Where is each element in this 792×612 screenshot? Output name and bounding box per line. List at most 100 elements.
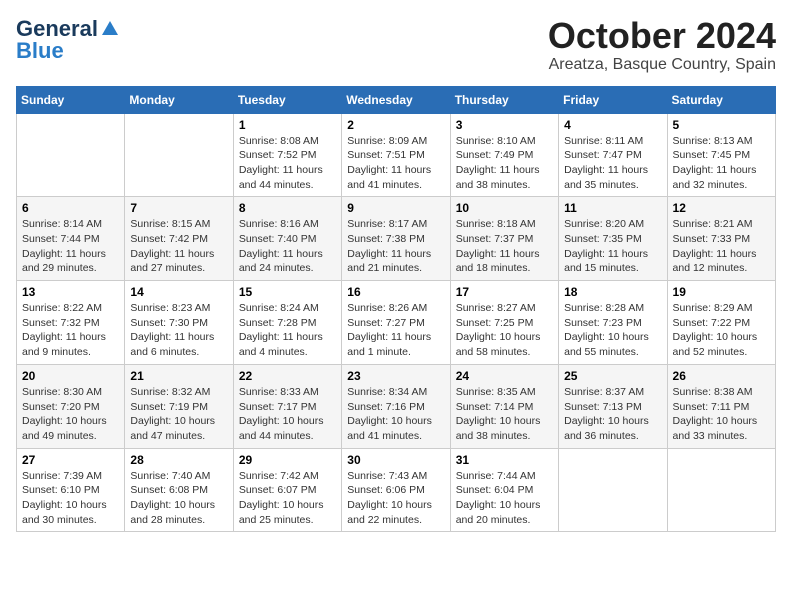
day-info: Sunrise: 8:35 AM Sunset: 7:14 PM Dayligh… (456, 385, 553, 444)
calendar-cell: 20Sunrise: 8:30 AM Sunset: 7:20 PM Dayli… (17, 364, 125, 448)
calendar-cell (17, 113, 125, 197)
day-info: Sunrise: 7:42 AM Sunset: 6:07 PM Dayligh… (239, 469, 336, 528)
day-info: Sunrise: 8:17 AM Sunset: 7:38 PM Dayligh… (347, 217, 444, 276)
calendar-cell: 30 Sunrise: 7:43 AM Sunset: 6:06 PM Dayli… (342, 448, 450, 532)
calendar-cell: 12Sunrise: 8:21 AM Sunset: 7:33 PM Dayli… (667, 197, 775, 281)
day-number: 9 (347, 201, 444, 215)
calendar-cell (559, 448, 667, 532)
day-number: 3 (456, 118, 553, 132)
day-number: 7 (130, 201, 227, 215)
location-title: Areatza, Basque Country, Spain (548, 56, 776, 74)
calendar-cell: 10 Sunrise: 8:18 AM Sunset: 7:37 PM Dayli… (450, 197, 558, 281)
calendar-cell: 16 Sunrise: 8:26 AM Sunset: 7:27 PM Dayli… (342, 281, 450, 365)
day-number: 28 (130, 453, 227, 467)
col-header-friday: Friday (559, 86, 667, 113)
calendar-cell: 7 Sunrise: 8:15 AM Sunset: 7:42 PM Daylig… (125, 197, 233, 281)
calendar-cell: 28 Sunrise: 7:40 AM Sunset: 6:08 PM Dayli… (125, 448, 233, 532)
calendar-cell: 13 Sunrise: 8:22 AM Sunset: 7:32 PM Dayli… (17, 281, 125, 365)
calendar-cell: 19 Sunrise: 8:29 AM Sunset: 7:22 PM Dayli… (667, 281, 775, 365)
day-info: Sunrise: 8:27 AM Sunset: 7:25 PM Dayligh… (456, 301, 553, 360)
day-number: 13 (22, 285, 119, 299)
calendar-cell: 5 Sunrise: 8:13 AM Sunset: 7:45 PM Daylig… (667, 113, 775, 197)
calendar-cell (125, 113, 233, 197)
day-number: 16 (347, 285, 444, 299)
day-info: Sunrise: 8:30 AM Sunset: 7:20 PM Dayligh… (22, 385, 119, 444)
calendar-cell (667, 448, 775, 532)
day-number: 22 (239, 369, 336, 383)
col-header-thursday: Thursday (450, 86, 558, 113)
logo-blue: Blue (16, 38, 64, 64)
calendar-cell: 2 Sunrise: 8:09 AM Sunset: 7:51 PM Daylig… (342, 113, 450, 197)
day-info: Sunrise: 8:11 AM Sunset: 7:47 PM Dayligh… (564, 134, 661, 193)
day-number: 30 (347, 453, 444, 467)
calendar-cell: 15Sunrise: 8:24 AM Sunset: 7:28 PM Dayli… (233, 281, 341, 365)
day-number: 24 (456, 369, 553, 383)
calendar-cell: 4 Sunrise: 8:11 AM Sunset: 7:47 PM Daylig… (559, 113, 667, 197)
calendar-cell: 1 Sunrise: 8:08 AM Sunset: 7:52 PM Daylig… (233, 113, 341, 197)
month-title: October 2024 (548, 16, 776, 56)
day-number: 15 (239, 285, 336, 299)
day-info: Sunrise: 8:15 AM Sunset: 7:42 PM Dayligh… (130, 217, 227, 276)
day-number: 2 (347, 118, 444, 132)
calendar-cell: 31 Sunrise: 7:44 AM Sunset: 6:04 PM Dayli… (450, 448, 558, 532)
col-header-saturday: Saturday (667, 86, 775, 113)
calendar-cell: 18 Sunrise: 8:28 AM Sunset: 7:23 PM Dayli… (559, 281, 667, 365)
day-number: 5 (673, 118, 770, 132)
calendar-cell: 26 Sunrise: 8:38 AM Sunset: 7:11 PM Dayli… (667, 364, 775, 448)
calendar-cell: 23 Sunrise: 8:34 AM Sunset: 7:16 PM Dayli… (342, 364, 450, 448)
day-number: 11 (564, 201, 661, 215)
page-header: General Blue October 2024 Areatza, Basqu… (16, 16, 776, 74)
day-info: Sunrise: 8:34 AM Sunset: 7:16 PM Dayligh… (347, 385, 444, 444)
logo-icon (100, 19, 120, 39)
day-number: 6 (22, 201, 119, 215)
day-number: 19 (673, 285, 770, 299)
calendar-cell: 27 Sunrise: 7:39 AM Sunset: 6:10 PM Dayli… (17, 448, 125, 532)
day-info: Sunrise: 8:10 AM Sunset: 7:49 PM Dayligh… (456, 134, 553, 193)
calendar-cell: 21 Sunrise: 8:32 AM Sunset: 7:19 PM Dayli… (125, 364, 233, 448)
day-info: Sunrise: 8:32 AM Sunset: 7:19 PM Dayligh… (130, 385, 227, 444)
day-info: Sunrise: 8:18 AM Sunset: 7:37 PM Dayligh… (456, 217, 553, 276)
day-info: Sunrise: 8:38 AM Sunset: 7:11 PM Dayligh… (673, 385, 770, 444)
day-info: Sunrise: 8:37 AM Sunset: 7:13 PM Dayligh… (564, 385, 661, 444)
col-header-wednesday: Wednesday (342, 86, 450, 113)
logo: General Blue (16, 16, 120, 64)
calendar-cell: 9 Sunrise: 8:17 AM Sunset: 7:38 PM Daylig… (342, 197, 450, 281)
day-info: Sunrise: 7:39 AM Sunset: 6:10 PM Dayligh… (22, 469, 119, 528)
col-header-sunday: Sunday (17, 86, 125, 113)
day-number: 29 (239, 453, 336, 467)
day-number: 21 (130, 369, 227, 383)
day-info: Sunrise: 7:44 AM Sunset: 6:04 PM Dayligh… (456, 469, 553, 528)
day-info: Sunrise: 8:29 AM Sunset: 7:22 PM Dayligh… (673, 301, 770, 360)
day-info: Sunrise: 8:28 AM Sunset: 7:23 PM Dayligh… (564, 301, 661, 360)
day-number: 4 (564, 118, 661, 132)
day-number: 27 (22, 453, 119, 467)
col-header-monday: Monday (125, 86, 233, 113)
day-number: 8 (239, 201, 336, 215)
calendar-cell: 6Sunrise: 8:14 AM Sunset: 7:44 PM Daylig… (17, 197, 125, 281)
day-number: 10 (456, 201, 553, 215)
day-info: Sunrise: 8:09 AM Sunset: 7:51 PM Dayligh… (347, 134, 444, 193)
day-info: Sunrise: 8:20 AM Sunset: 7:35 PM Dayligh… (564, 217, 661, 276)
calendar-cell: 25Sunrise: 8:37 AM Sunset: 7:13 PM Dayli… (559, 364, 667, 448)
calendar-table: SundayMondayTuesdayWednesdayThursdayFrid… (16, 86, 776, 533)
day-info: Sunrise: 8:13 AM Sunset: 7:45 PM Dayligh… (673, 134, 770, 193)
day-number: 14 (130, 285, 227, 299)
day-info: Sunrise: 8:08 AM Sunset: 7:52 PM Dayligh… (239, 134, 336, 193)
col-header-tuesday: Tuesday (233, 86, 341, 113)
day-info: Sunrise: 7:40 AM Sunset: 6:08 PM Dayligh… (130, 469, 227, 528)
day-info: Sunrise: 8:22 AM Sunset: 7:32 PM Dayligh… (22, 301, 119, 360)
day-info: Sunrise: 8:33 AM Sunset: 7:17 PM Dayligh… (239, 385, 336, 444)
day-number: 18 (564, 285, 661, 299)
calendar-cell: 3 Sunrise: 8:10 AM Sunset: 7:49 PM Daylig… (450, 113, 558, 197)
calendar-cell: 14 Sunrise: 8:23 AM Sunset: 7:30 PM Dayli… (125, 281, 233, 365)
day-number: 31 (456, 453, 553, 467)
day-number: 1 (239, 118, 336, 132)
day-info: Sunrise: 8:23 AM Sunset: 7:30 PM Dayligh… (130, 301, 227, 360)
calendar-cell: 22 Sunrise: 8:33 AM Sunset: 7:17 PM Dayli… (233, 364, 341, 448)
day-info: Sunrise: 8:21 AM Sunset: 7:33 PM Dayligh… (673, 217, 770, 276)
day-info: Sunrise: 8:26 AM Sunset: 7:27 PM Dayligh… (347, 301, 444, 360)
day-info: Sunrise: 7:43 AM Sunset: 6:06 PM Dayligh… (347, 469, 444, 528)
day-number: 26 (673, 369, 770, 383)
day-number: 23 (347, 369, 444, 383)
calendar-cell: 29 Sunrise: 7:42 AM Sunset: 6:07 PM Dayli… (233, 448, 341, 532)
